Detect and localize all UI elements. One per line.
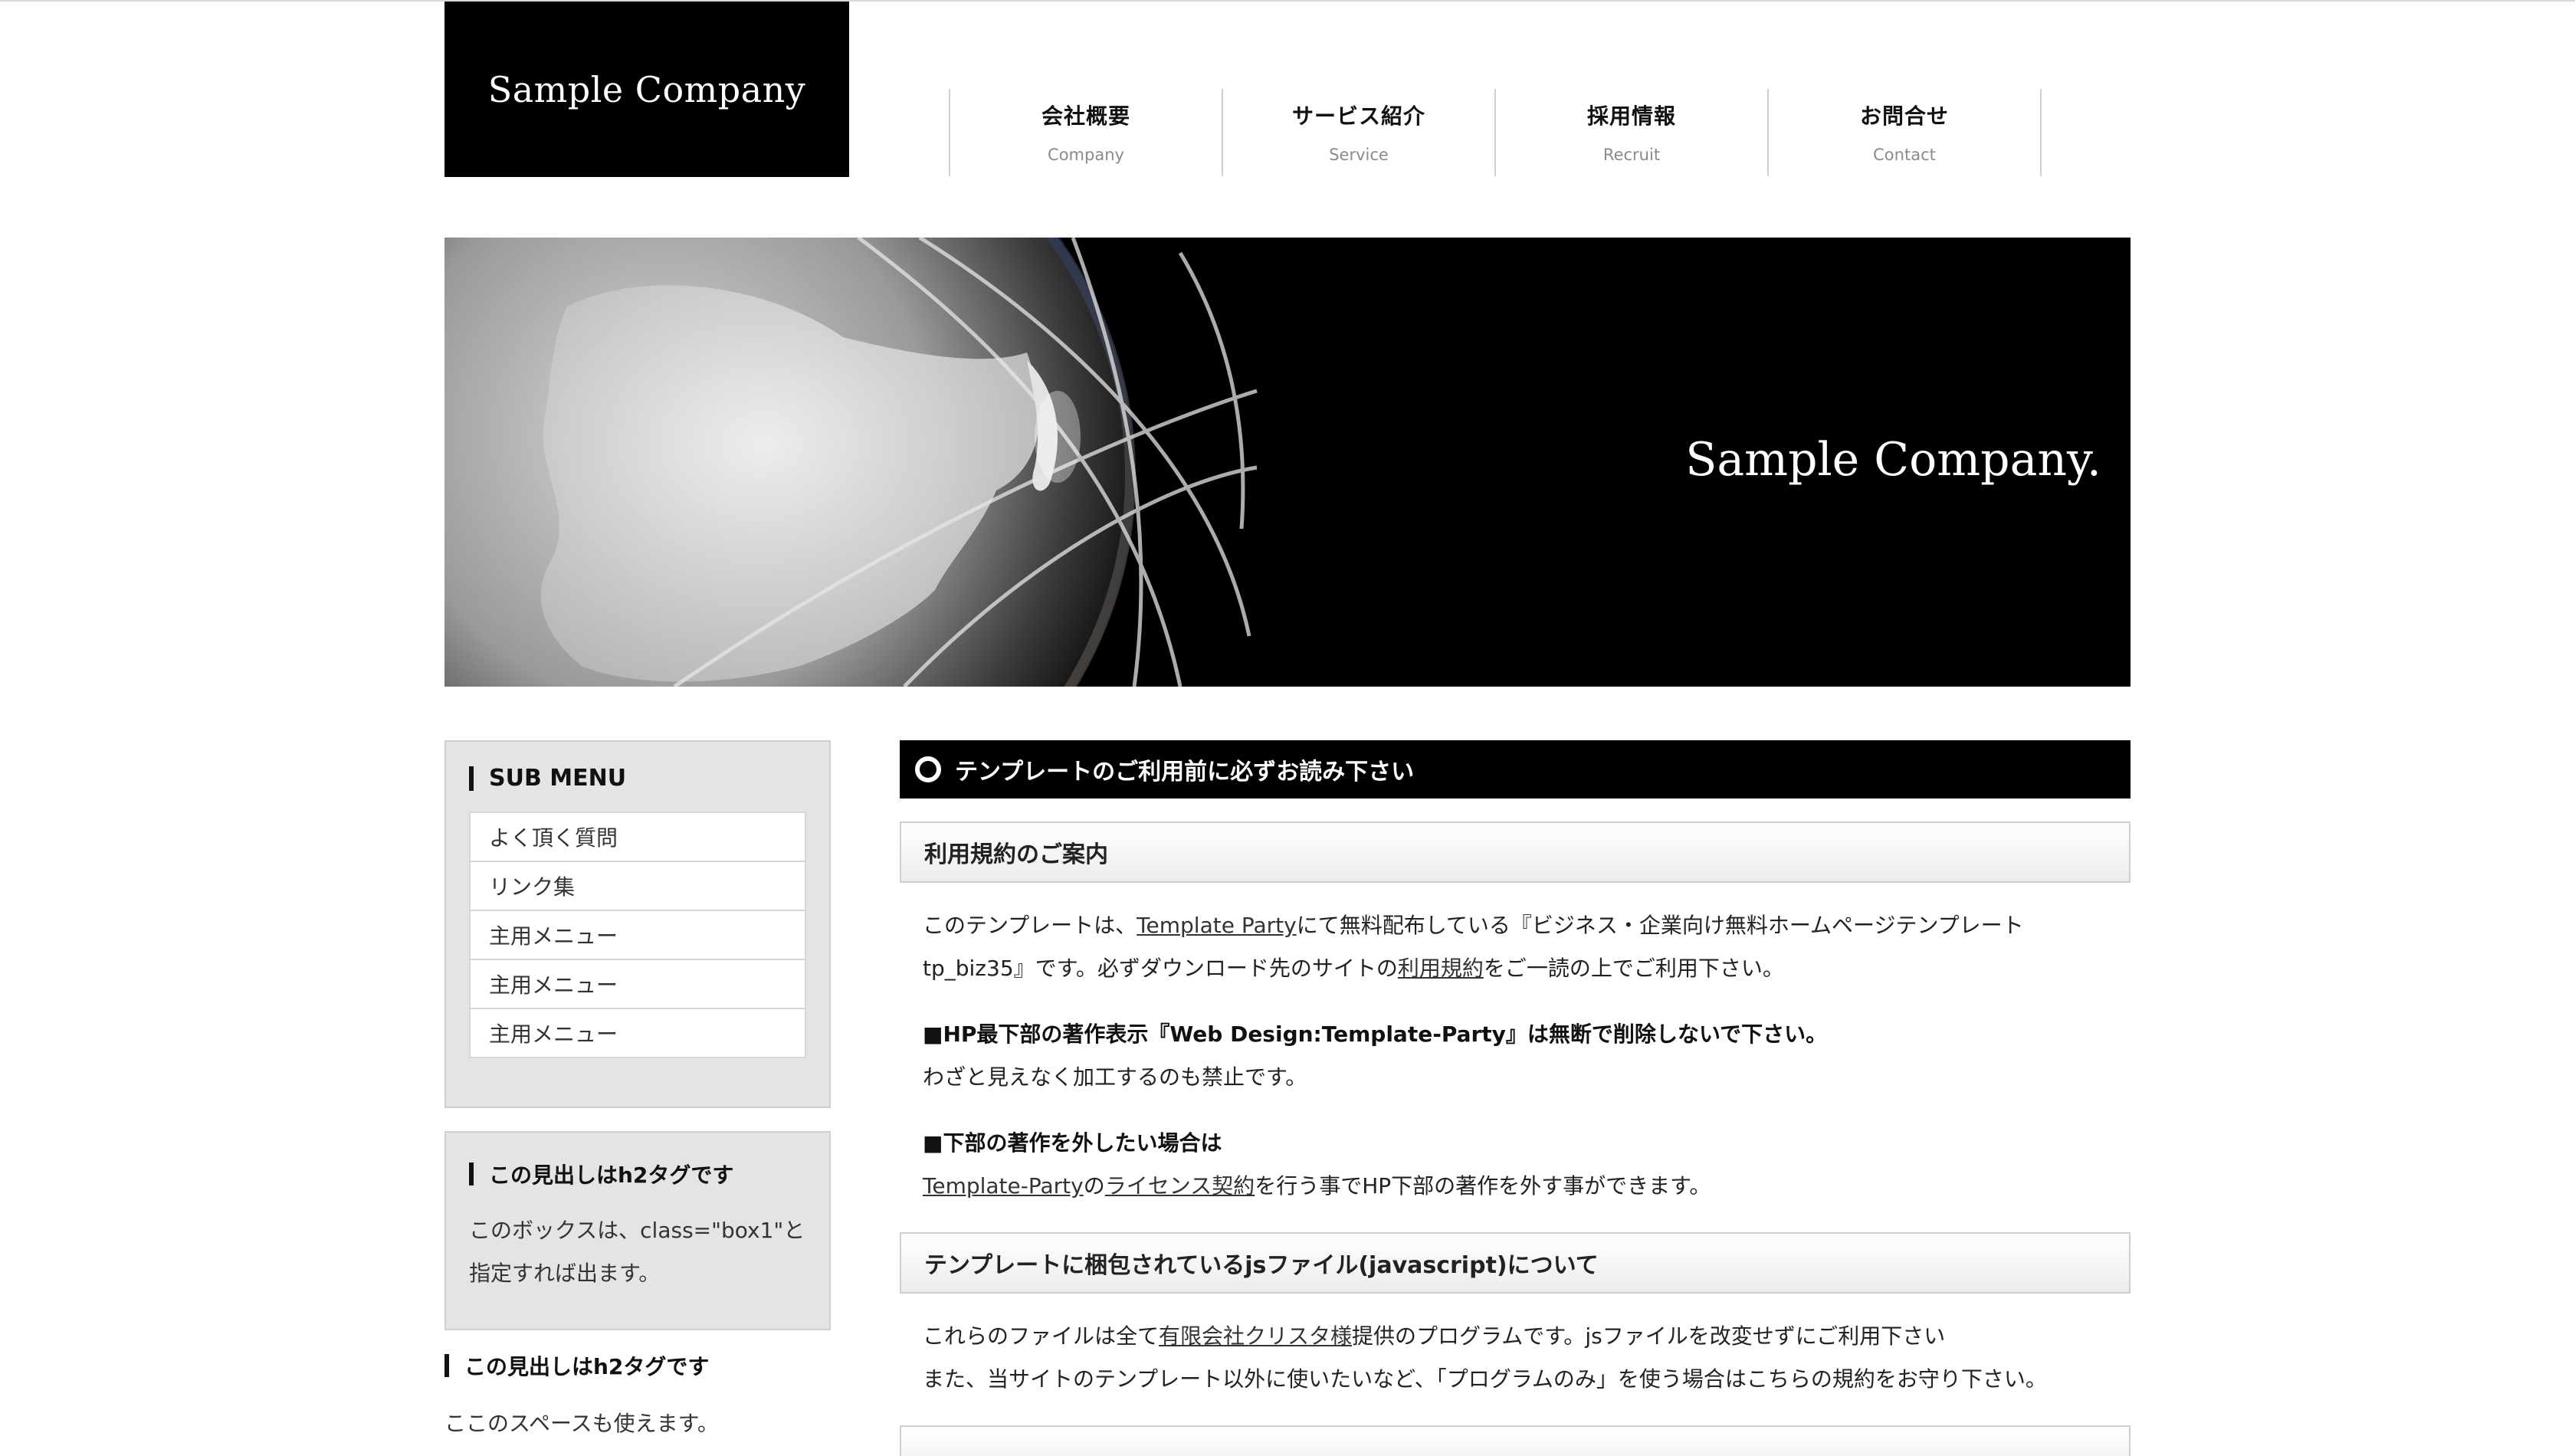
section-heading-js: テンプレートに梱包されているjsファイル(javascript)について [900, 1232, 2131, 1294]
nav-item-company[interactable]: 会社概要 Company [950, 89, 1223, 176]
submenu-item-menu[interactable]: 主用メニュー [469, 959, 806, 1008]
text: このテンプレートは、 [923, 913, 1137, 938]
copyright-notice: ■HP最下部の著作表示『Web Design:Template-Party』は無… [923, 1013, 2118, 1099]
sidebar-h2-title: この見出しはh2タグです [464, 1354, 710, 1379]
nav-item-recruit[interactable]: 採用情報 Recruit [1496, 89, 1769, 176]
submenu-heading: SUB MENU [469, 765, 829, 792]
submenu-item-menu[interactable]: 主用メニュー [469, 1008, 806, 1058]
box1-text: このボックスは、class="box1"と 指定すれば出ます。 [469, 1209, 806, 1295]
main-nav: 会社概要 Company サービス紹介 Service 採用情報 Recruit… [949, 89, 2042, 176]
circle-icon [915, 756, 941, 782]
license-link[interactable]: ライセンス契約 [1105, 1173, 1255, 1199]
top-border [0, 0, 2575, 2]
text: tp_biz35』です。必ずダウンロード先のサイトの [923, 956, 1398, 981]
nav-item-service[interactable]: サービス紹介 Service [1223, 89, 1496, 176]
sidebar-text: ここのスペースも使えます。 [444, 1411, 719, 1436]
text: の [1083, 1173, 1105, 1199]
heading-bar [469, 766, 474, 791]
section-heading-text: 利用規約のご案内 [924, 841, 1108, 868]
box1-title: この見出しはh2タグです [489, 1163, 734, 1188]
main-heading: テンプレートのご利用前に必ずお読み下さい [900, 740, 2131, 799]
hero-caption: Sample Company. [1685, 433, 2101, 487]
template-party-link[interactable]: Template-Party [923, 1173, 1084, 1199]
box1: この見出しはh2タグです このボックスは、class="box1"と 指定すれば… [444, 1131, 831, 1330]
copyright-notice-bold: ■HP最下部の著作表示『Web Design:Template-Party』は無… [923, 1021, 1828, 1047]
main-heading-text: テンプレートのご利用前に必ずお読み下さい [955, 759, 1415, 785]
sidebar-h2: この見出しはh2タグです [444, 1350, 709, 1381]
nav-label-ja: サービス紹介 [1291, 103, 1425, 129]
section-heading-next [900, 1425, 2131, 1456]
template-party-link[interactable]: Template Party [1137, 913, 1297, 938]
text: を行う事でHP下部の著作を外す事ができます。 [1255, 1173, 1711, 1199]
submenu-item-links[interactable]: リンク集 [469, 861, 806, 910]
nav-item-contact[interactable]: お問合せ Contact [1769, 89, 2042, 176]
crista-link[interactable]: 有限会社クリスタ様 [1159, 1323, 1352, 1349]
nav-label-ja: お問合せ [1859, 103, 1949, 129]
nav-label-ja: 会社概要 [1041, 103, 1130, 129]
text: をご一読の上でご利用下さい。 [1483, 956, 1784, 981]
license-notice: ■下部の著作を外したい場合は Template-Partyのライセンス契約を行う… [923, 1122, 2118, 1208]
hero-banner: Sample Company. [444, 238, 2131, 687]
terms-paragraph: このテンプレートは、Template Partyにて無料配布している『ビジネス・… [923, 904, 2118, 990]
terms-link[interactable]: 利用規約 [1398, 956, 1484, 981]
site-logo[interactable]: Sample Company [444, 2, 849, 177]
nav-label-en: Contact [1873, 146, 1936, 164]
text: これらのファイルは全て [923, 1323, 1160, 1349]
license-notice-bold: ■下部の著作を外したい場合は [923, 1130, 1222, 1156]
box1-heading: この見出しはh2タグです [469, 1159, 829, 1189]
js-paragraph: これらのファイルは全て有限会社クリスタ様提供のプログラムです。jsファイルを改変… [923, 1315, 2118, 1401]
text: にて無料配布している『ビジネス・企業向け無料ホームページテンプレート [1296, 913, 2024, 938]
heading-bar [469, 1163, 474, 1185]
submenu-title: SUB MENU [489, 765, 627, 792]
submenu-box: SUB MENU よく頂く質問 リンク集 主用メニュー 主用メニュー 主用メニュ… [444, 740, 831, 1108]
copyright-notice-text: わざと見えなく加工するのも禁止です。 [923, 1064, 1307, 1090]
box1-text-line: 指定すれば出ます。 [469, 1261, 661, 1286]
section-heading-text: テンプレートに梱包されているjsファイル(javascript)について [924, 1252, 1599, 1279]
text: 提供のプログラムです。jsファイルを改変せずにご利用下さい [1352, 1323, 1946, 1349]
text: また、当サイトのテンプレート以外に使いたいなど、「プログラムのみ」を使う場合はこ… [923, 1366, 2047, 1392]
nav-label-en: Company [1048, 146, 1124, 164]
nav-label-en: Recruit [1602, 146, 1661, 164]
section-heading-terms: 利用規約のご案内 [900, 821, 2131, 883]
submenu-list: よく頂く質問 リンク集 主用メニュー 主用メニュー 主用メニュー [469, 812, 806, 1058]
nav-label-en: Service [1329, 146, 1389, 164]
submenu-item-faq[interactable]: よく頂く質問 [469, 812, 806, 861]
heading-bar [444, 1354, 449, 1377]
nav-label-ja: 採用情報 [1586, 103, 1676, 129]
submenu-item-menu[interactable]: 主用メニュー [469, 910, 806, 959]
box1-text-line: このボックスは、class="box1"と [469, 1218, 805, 1243]
